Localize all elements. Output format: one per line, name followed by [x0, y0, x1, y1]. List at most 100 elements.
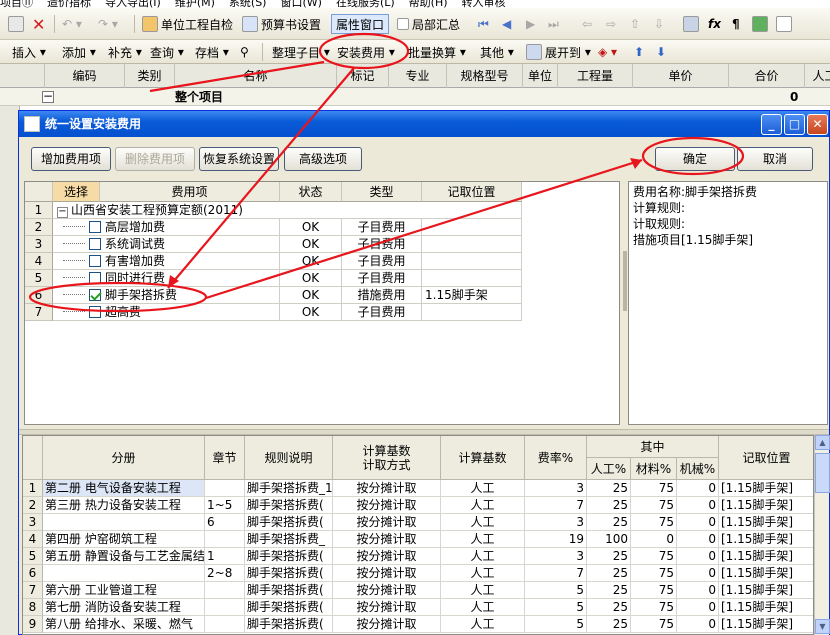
rule-part-cell[interactable]: 第五册 静置设备与工艺金属结构制作工程: [43, 548, 205, 565]
rule-material-cell[interactable]: 75: [631, 616, 677, 633]
formula-icon[interactable]: fx: [708, 14, 721, 34]
rule-machine-cell[interactable]: 0: [677, 599, 719, 616]
archive-button[interactable]: 存档 ▾: [195, 42, 229, 62]
menu-item[interactable]: 转入审核: [462, 0, 506, 8]
rule-rule-cell[interactable]: 脚手架搭拆费(: [245, 582, 333, 599]
next-record-icon[interactable]: ▶: [526, 14, 535, 34]
dialog-titlebar[interactable]: 统一设置安装费用 _ □ ✕: [19, 111, 829, 137]
move-right-icon[interactable]: ⇨: [606, 14, 616, 34]
rule-method-cell[interactable]: 按分摊计取: [333, 480, 441, 497]
menu-item[interactable]: 造价指标: [47, 0, 91, 8]
rule-labor-cell[interactable]: 25: [587, 565, 631, 582]
col-header-rate[interactable]: 费率%: [525, 436, 587, 480]
row-number[interactable]: 1: [25, 202, 53, 219]
grid-col-header[interactable]: 人工: [805, 64, 830, 88]
select-checkbox[interactable]: [89, 272, 101, 284]
rule-base-cell[interactable]: 人工: [441, 565, 525, 582]
scroll-down-icon[interactable]: ▼: [815, 619, 830, 634]
rule-method-cell[interactable]: 按分摊计取: [333, 599, 441, 616]
rule-rate-cell[interactable]: 5: [525, 616, 587, 633]
install-fee-button[interactable]: 安装费用 ▾: [337, 42, 395, 62]
grid-col-header[interactable]: 规格型号: [447, 64, 523, 88]
redo-icon[interactable]: ↷ ▾: [98, 14, 118, 34]
vertical-scrollbar[interactable]: ▲ ▼: [814, 435, 830, 635]
rule-machine-cell[interactable]: 0: [677, 514, 719, 531]
close-icon[interactable]: ✕: [807, 114, 828, 135]
rule-material-cell[interactable]: 75: [631, 548, 677, 565]
fee-item-cell[interactable]: 系统调试费: [53, 236, 280, 253]
col-header-chapter[interactable]: 章节: [205, 436, 245, 480]
row-number[interactable]: 8: [23, 599, 43, 616]
fee-item-cell[interactable]: 高层增加费: [53, 219, 280, 236]
rule-part-cell[interactable]: [43, 514, 205, 531]
supplement-button[interactable]: 补充 ▾: [108, 42, 142, 62]
rule-base-cell[interactable]: 人工: [441, 548, 525, 565]
grid-col-header[interactable]: 编码: [45, 64, 125, 88]
calculator-icon[interactable]: [683, 14, 702, 34]
rule-base-cell[interactable]: 人工: [441, 514, 525, 531]
rule-material-cell[interactable]: 75: [631, 565, 677, 582]
select-checkbox[interactable]: [89, 289, 101, 301]
rule-labor-cell[interactable]: 25: [587, 599, 631, 616]
rule-labor-cell[interactable]: 25: [587, 548, 631, 565]
rule-method-cell[interactable]: 按分摊计取: [333, 548, 441, 565]
rule-material-cell[interactable]: 75: [631, 582, 677, 599]
type-cell[interactable]: 子目费用: [342, 304, 422, 321]
row-number[interactable]: 2: [25, 219, 53, 236]
rule-method-cell[interactable]: 按分摊计取: [333, 616, 441, 633]
rule-method-cell[interactable]: 按分摊计取: [333, 582, 441, 599]
prev-record-icon[interactable]: ◀: [502, 14, 511, 34]
row-number[interactable]: 5: [25, 270, 53, 287]
col-header-base-method[interactable]: 计算基数 计取方式: [333, 436, 441, 480]
rule-chapter-cell[interactable]: [205, 531, 245, 548]
row-number[interactable]: 4: [23, 531, 43, 548]
rule-machine-cell[interactable]: 0: [677, 582, 719, 599]
position-cell[interactable]: [422, 236, 522, 253]
restore-system-settings-button[interactable]: 恢复系统设置: [199, 147, 279, 171]
rule-chapter-cell[interactable]: [205, 599, 245, 616]
unit-check-button[interactable]: 单位工程自检: [142, 14, 233, 34]
rule-machine-cell[interactable]: 0: [677, 497, 719, 514]
rule-rule-cell[interactable]: 脚手架搭拆费(: [245, 497, 333, 514]
rule-material-cell[interactable]: 75: [631, 497, 677, 514]
row-number[interactable]: 4: [25, 253, 53, 270]
partial-summary-button[interactable]: 局部汇总: [397, 14, 460, 34]
row-number[interactable]: 2: [23, 497, 43, 514]
rule-method-cell[interactable]: 按分摊计取: [333, 531, 441, 548]
arrow-down-icon[interactable]: ⬇: [656, 42, 666, 62]
rule-part-cell[interactable]: 第二册 电气设备安装工程: [43, 480, 205, 497]
position-cell[interactable]: [422, 219, 522, 236]
group-row[interactable]: − 山西省安装工程预算定额(2011): [53, 202, 522, 219]
pane-divider[interactable]: [623, 251, 627, 311]
rule-method-cell[interactable]: 按分摊计取: [333, 514, 441, 531]
rule-chapter-cell[interactable]: 1: [205, 548, 245, 565]
rule-chapter-cell[interactable]: [205, 582, 245, 599]
add-fee-button[interactable]: 增加费用项: [31, 147, 111, 171]
rule-machine-cell[interactable]: 0: [677, 565, 719, 582]
col-header-part[interactable]: 分册: [43, 436, 205, 480]
collapse-toggle[interactable]: −: [57, 207, 68, 218]
rule-rate-cell[interactable]: 5: [525, 599, 587, 616]
other-button[interactable]: 其他 ▾: [480, 42, 514, 62]
rule-rate-cell[interactable]: 3: [525, 548, 587, 565]
grid-col-header[interactable]: 标记: [337, 64, 389, 88]
menu-item[interactable]: 在线服务(L): [336, 0, 395, 8]
fee-item-cell[interactable]: 有害增加费: [53, 253, 280, 270]
first-record-icon[interactable]: ⏮: [478, 14, 489, 34]
type-cell[interactable]: 子目费用: [342, 270, 422, 287]
rule-method-cell[interactable]: 按分摊计取: [333, 565, 441, 582]
rule-chapter-cell[interactable]: [205, 480, 245, 497]
rule-rate-cell[interactable]: 3: [525, 514, 587, 531]
ok-button[interactable]: 确定: [655, 147, 735, 171]
move-up-icon[interactable]: ⇧: [630, 14, 640, 34]
position-cell[interactable]: [422, 270, 522, 287]
rule-rule-cell[interactable]: 脚手架搭拆费(: [245, 548, 333, 565]
rule-pos-cell[interactable]: [1.15脚手架]: [719, 531, 813, 548]
rule-material-cell[interactable]: 0: [631, 531, 677, 548]
rule-rule-cell[interactable]: 脚手架搭拆费_1: [245, 480, 333, 497]
rule-pos-cell[interactable]: [1.15脚手架]: [719, 616, 813, 633]
rule-base-cell[interactable]: 人工: [441, 582, 525, 599]
row-number[interactable]: 6: [23, 565, 43, 582]
rule-pos-cell[interactable]: [1.15脚手架]: [719, 548, 813, 565]
rule-rate-cell[interactable]: 7: [525, 565, 587, 582]
